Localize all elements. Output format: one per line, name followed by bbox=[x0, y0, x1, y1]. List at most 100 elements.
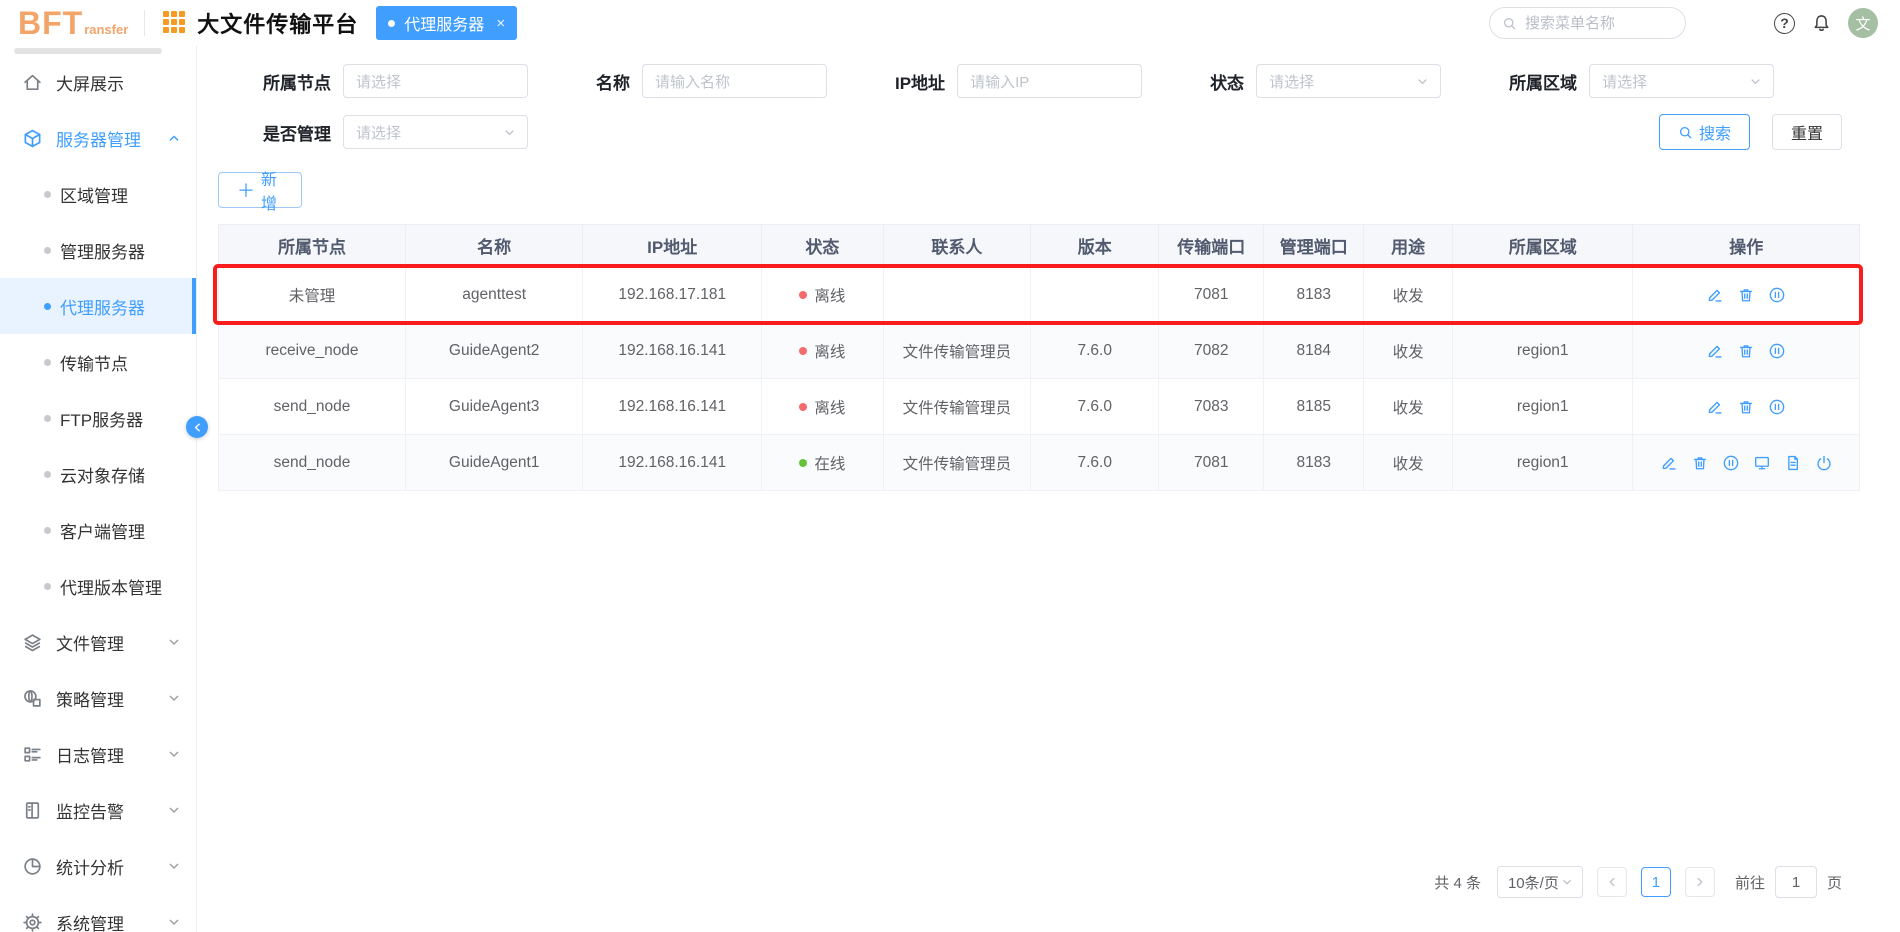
app-logo[interactable]: BFTransfer bbox=[18, 7, 128, 39]
layers-icon bbox=[22, 632, 43, 653]
cube-icon bbox=[22, 128, 43, 149]
delete-icon[interactable] bbox=[1691, 454, 1709, 472]
table-row-2[interactable]: send_nodeGuideAgent3192.168.16.141离线文件传输… bbox=[219, 379, 1860, 435]
sidebar-item-10[interactable]: 文件管理 bbox=[0, 614, 196, 670]
sidebar-item-1[interactable]: 服务器管理 bbox=[0, 110, 196, 166]
add-button[interactable]: ＋ 新增 bbox=[218, 172, 302, 208]
menu-search-input[interactable] bbox=[1525, 15, 1675, 32]
sidebar-item-sub-8[interactable]: 客户端管理 bbox=[0, 502, 196, 558]
cell-ip: 192.168.16.141 bbox=[583, 379, 762, 435]
server-table: 所属节点名称IP地址状态联系人版本传输端口管理端口用途所属区域操作 未管理age… bbox=[218, 224, 1860, 491]
help-icon[interactable]: ? bbox=[1774, 13, 1795, 34]
sidebar-item-0[interactable]: 大屏展示 bbox=[0, 54, 196, 110]
sidebar-item-11[interactable]: 策略管理 bbox=[0, 670, 196, 726]
pause-icon[interactable] bbox=[1722, 454, 1740, 472]
user-avatar[interactable]: 文 bbox=[1848, 8, 1878, 38]
filter-select[interactable]: 请选择 bbox=[343, 115, 528, 149]
sidebar-item-sub-3[interactable]: 管理服务器 bbox=[0, 222, 196, 278]
delete-icon[interactable] bbox=[1737, 398, 1755, 416]
cell-version: 7.6.0 bbox=[1031, 323, 1159, 379]
page-size-select[interactable]: 10条/页 bbox=[1497, 866, 1583, 898]
column-header-mport: 管理端口 bbox=[1264, 225, 1364, 267]
filter-select[interactable]: 请选择 bbox=[1256, 64, 1441, 98]
filter-label: 是否管理 bbox=[263, 120, 331, 145]
tab-proxy-server[interactable]: 代理服务器 × bbox=[376, 6, 517, 40]
tab-close-icon[interactable]: × bbox=[496, 15, 505, 32]
pause-icon[interactable] bbox=[1768, 342, 1786, 360]
sidebar-item-label: 日志管理 bbox=[56, 742, 166, 767]
table-row-0[interactable]: 未管理agenttest192.168.17.181离线70818183收发 bbox=[219, 267, 1860, 323]
next-page-button[interactable] bbox=[1685, 867, 1715, 897]
page-unit-label: 页 bbox=[1827, 872, 1842, 893]
search-button[interactable]: 搜索 bbox=[1659, 114, 1750, 150]
sidebar-item-label: 系统管理 bbox=[56, 910, 166, 932]
cell-node: send_node bbox=[219, 435, 406, 491]
sidebar-item-sub-9[interactable]: 代理版本管理 bbox=[0, 558, 196, 614]
prev-page-button[interactable] bbox=[1597, 867, 1627, 897]
sidebar-item-label: 传输节点 bbox=[60, 350, 182, 375]
edit-icon[interactable] bbox=[1706, 398, 1724, 416]
cell-tport: 7082 bbox=[1159, 323, 1264, 379]
sidebar-item-14[interactable]: 统计分析 bbox=[0, 838, 196, 894]
filter-input[interactable]: 请选择 bbox=[343, 64, 528, 98]
sidebar-item-sub-2[interactable]: 区域管理 bbox=[0, 166, 196, 222]
cell-tport: 7081 bbox=[1159, 435, 1264, 491]
home-icon bbox=[22, 72, 43, 93]
pause-icon[interactable] bbox=[1768, 398, 1786, 416]
sidebar-collapse-button[interactable] bbox=[186, 416, 208, 438]
sidebar-item-sub-4[interactable]: 代理服务器 bbox=[0, 278, 196, 334]
status-dot-icon bbox=[799, 403, 807, 411]
cell-usage: 收发 bbox=[1364, 267, 1453, 323]
table-row-1[interactable]: receive_nodeGuideAgent2192.168.16.141离线文… bbox=[219, 323, 1860, 379]
sidebar-item-sub-7[interactable]: 云对象存储 bbox=[0, 446, 196, 502]
delete-icon[interactable] bbox=[1737, 342, 1755, 360]
filter-select[interactable]: 请选择 bbox=[1589, 64, 1774, 98]
filter-field-所属节点: 所属节点请选择 bbox=[263, 64, 528, 98]
cell-contact: 文件传输管理员 bbox=[883, 379, 1031, 435]
column-header-ip: IP地址 bbox=[583, 225, 762, 267]
sidebar-item-label: 服务器管理 bbox=[56, 126, 166, 151]
filter-input[interactable]: 请输入名称 bbox=[642, 64, 827, 98]
document-icon[interactable] bbox=[1784, 454, 1802, 472]
sidebar-item-label: 代理服务器 bbox=[60, 294, 178, 319]
page-number-1[interactable]: 1 bbox=[1641, 867, 1671, 897]
tab-label: 代理服务器 bbox=[404, 11, 484, 35]
logo-text: BFT bbox=[18, 7, 83, 39]
menu-search-box[interactable] bbox=[1489, 7, 1686, 39]
table-header-row: 所属节点名称IP地址状态联系人版本传输端口管理端口用途所属区域操作 bbox=[219, 225, 1860, 267]
sidebar-scrollbar[interactable] bbox=[14, 48, 162, 54]
gear-icon bbox=[22, 912, 43, 932]
goto-page-input[interactable] bbox=[1775, 866, 1817, 898]
sidebar-item-12[interactable]: 日志管理 bbox=[0, 726, 196, 782]
filter-input[interactable]: 请输入IP bbox=[957, 64, 1142, 98]
bell-icon[interactable] bbox=[1811, 13, 1832, 34]
sidebar-item-15[interactable]: 系统管理 bbox=[0, 894, 196, 932]
reset-button[interactable]: 重置 bbox=[1772, 114, 1842, 150]
screen-icon[interactable] bbox=[1753, 454, 1771, 472]
cell-ip: 192.168.17.181 bbox=[583, 267, 762, 323]
cell-node: 未管理 bbox=[219, 267, 406, 323]
delete-icon[interactable] bbox=[1737, 286, 1755, 304]
chevron-down-icon bbox=[166, 858, 182, 874]
placeholder-text: 请选择 bbox=[356, 71, 517, 92]
bullet-dot-icon bbox=[44, 471, 51, 478]
filter-field-所属区域: 所属区域请选择 bbox=[1509, 64, 1774, 98]
edit-icon[interactable] bbox=[1660, 454, 1678, 472]
sidebar-item-label: 策略管理 bbox=[56, 686, 166, 711]
table-row-3[interactable]: send_nodeGuideAgent1192.168.16.141在线文件传输… bbox=[219, 435, 1860, 491]
edit-icon[interactable] bbox=[1706, 286, 1724, 304]
bullet-dot-icon bbox=[44, 527, 51, 534]
sidebar-nav: 大屏展示服务器管理区域管理管理服务器代理服务器传输节点 FTP服务器云对象存储客户… bbox=[0, 46, 197, 932]
filter-label: 所属区域 bbox=[1509, 69, 1577, 94]
pause-icon[interactable] bbox=[1768, 286, 1786, 304]
goto-label: 前往 bbox=[1735, 872, 1765, 893]
sidebar-item-sub-5[interactable]: 传输节点 bbox=[0, 334, 196, 390]
sidebar-item-13[interactable]: 监控告警 bbox=[0, 782, 196, 838]
cell-contact: 文件传输管理员 bbox=[883, 435, 1031, 491]
sidebar-item-sub-6[interactable]: FTP服务器 bbox=[0, 390, 196, 446]
power-icon[interactable] bbox=[1815, 454, 1833, 472]
edit-icon[interactable] bbox=[1706, 342, 1724, 360]
bullet-dot-icon bbox=[44, 191, 51, 198]
cell-contact bbox=[883, 267, 1031, 323]
page-title: 大文件传输平台 bbox=[197, 7, 358, 39]
